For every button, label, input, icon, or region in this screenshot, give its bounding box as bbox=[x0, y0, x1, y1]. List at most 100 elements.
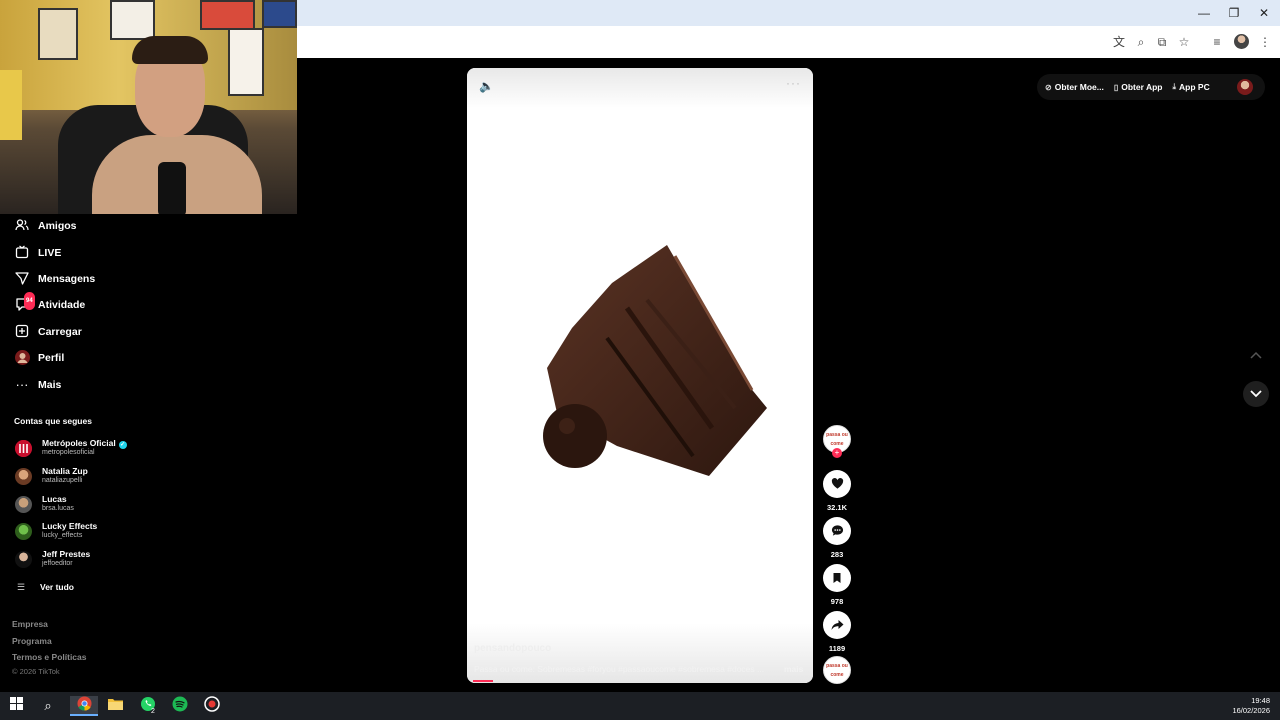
close-icon[interactable]: ✕ bbox=[1254, 4, 1274, 22]
followed-account[interactable]: Natalia Zup nataliazupelli bbox=[14, 466, 214, 488]
clock-date: 16/02/2026 bbox=[1232, 706, 1270, 715]
live-icon bbox=[14, 245, 30, 261]
browser-profile-avatar[interactable] bbox=[1234, 34, 1249, 49]
sidebar-item-profile[interactable]: Perfil bbox=[14, 348, 64, 368]
system-clock[interactable]: 19:48 16/02/2026 bbox=[1232, 696, 1270, 716]
install-app-icon[interactable]: ⧉ bbox=[1153, 33, 1171, 51]
account-handle: brsa.lucas bbox=[42, 505, 74, 512]
sidebar-item-activity[interactable]: 94 Atividade bbox=[14, 292, 85, 315]
like-button[interactable] bbox=[823, 470, 851, 498]
whatsapp-badge: 2 bbox=[151, 708, 155, 715]
share-count: 1189 bbox=[828, 644, 846, 653]
screen-recorder-icon[interactable] bbox=[201, 696, 223, 716]
bookmark-star-icon[interactable]: ☆ bbox=[1175, 33, 1193, 51]
followed-account[interactable]: Lucky Effects lucky_effects bbox=[14, 521, 214, 543]
share-button[interactable] bbox=[823, 611, 851, 639]
followed-account[interactable]: Metrópoles Oficial ✓ metropolesoficial bbox=[14, 438, 214, 460]
sidebar-item-label: Amigos bbox=[38, 220, 77, 232]
webcam-poster bbox=[228, 28, 264, 96]
webcam-poster bbox=[200, 0, 255, 30]
get-coins-button[interactable]: ⊘ Obter Moe... bbox=[1045, 82, 1104, 92]
follow-plus-icon[interactable]: + bbox=[832, 448, 842, 458]
avatar bbox=[15, 496, 32, 513]
whatsapp-icon[interactable]: 2 bbox=[137, 696, 159, 716]
save-button[interactable] bbox=[823, 564, 851, 592]
sidebar-item-label: Mensagens bbox=[38, 273, 96, 285]
zoom-icon[interactable]: ⌕ bbox=[1132, 33, 1150, 51]
account-name: Metrópoles Oficial ✓ bbox=[42, 438, 127, 449]
webcam-microphone bbox=[158, 162, 186, 214]
coin-icon: ⊘ bbox=[1045, 82, 1052, 92]
sidebar-item-upload[interactable]: Carregar bbox=[14, 322, 82, 342]
followed-account[interactable]: Jeff Prestes jeffoeditor bbox=[14, 549, 214, 571]
account-name: Lucas bbox=[42, 494, 67, 504]
avatar bbox=[15, 523, 32, 540]
messages-icon bbox=[14, 271, 30, 287]
get-app-button[interactable]: ▯ Obter App bbox=[1114, 82, 1163, 92]
next-video-button[interactable] bbox=[1243, 381, 1269, 407]
previous-video-button[interactable] bbox=[1243, 342, 1269, 368]
activity-icon: 94 bbox=[14, 292, 35, 313]
sidebar-item-label: Carregar bbox=[38, 326, 82, 338]
footer-link-company[interactable]: Empresa bbox=[12, 619, 48, 629]
copyright: © 2026 TikTok bbox=[12, 667, 60, 676]
video-caption: Passa ou come: Sobremesas #foryou #passa… bbox=[474, 664, 765, 674]
windows-start-icon[interactable] bbox=[5, 696, 27, 716]
footer-link-terms[interactable]: Termos e Políticas bbox=[12, 652, 86, 662]
see-all-label: Ver tudo bbox=[40, 582, 75, 592]
search-icon[interactable]: ⌕ bbox=[37, 696, 59, 716]
comment-button[interactable] bbox=[823, 517, 851, 545]
sidebar-item-label: Mais bbox=[38, 379, 62, 391]
phone-icon: ▯ bbox=[1113, 82, 1119, 92]
friends-icon bbox=[14, 218, 30, 234]
sidebar-item-messages[interactable]: Mensagens bbox=[14, 269, 95, 289]
webcam-overlay bbox=[0, 0, 297, 214]
comment-icon bbox=[831, 525, 843, 536]
following-section-title: Contas que segues bbox=[14, 416, 92, 426]
see-all-button[interactable]: ☰ Ver tudo bbox=[14, 580, 74, 594]
minimize-icon[interactable]: — bbox=[1194, 4, 1214, 22]
pc-app-button[interactable]: ⤓ App PC bbox=[1172, 82, 1209, 92]
translate-icon[interactable]: 文 bbox=[1110, 33, 1128, 51]
sound-disc[interactable]: passa ou come bbox=[823, 656, 851, 684]
restore-icon[interactable]: ❐ bbox=[1224, 4, 1244, 22]
verified-icon: ✓ bbox=[118, 441, 127, 449]
webcam-poster bbox=[38, 8, 78, 60]
sidebar-item-more[interactable]: ··· Mais bbox=[14, 375, 62, 395]
clock-time: 19:48 bbox=[1251, 696, 1270, 705]
sidebar-item-live[interactable]: LIVE bbox=[14, 243, 61, 263]
avatar bbox=[15, 551, 32, 568]
sidebar-item-label: LIVE bbox=[38, 247, 62, 259]
video-progress-bar[interactable] bbox=[473, 680, 494, 682]
account-handle: metropolesoficial bbox=[42, 449, 95, 456]
chrome-icon[interactable] bbox=[70, 696, 98, 716]
bookmark-icon bbox=[833, 573, 841, 583]
caption-more-button[interactable]: mais bbox=[784, 664, 803, 674]
cake-image bbox=[543, 245, 767, 476]
chevron-up-icon bbox=[1250, 351, 1262, 359]
browser-menu-icon[interactable]: ⋮ bbox=[1256, 33, 1274, 51]
account-handle: jeffoeditor bbox=[42, 560, 73, 567]
user-avatar[interactable] bbox=[1237, 79, 1253, 95]
upload-icon bbox=[14, 324, 30, 340]
spotify-icon[interactable] bbox=[169, 696, 191, 716]
account-name: Jeff Prestes bbox=[42, 549, 91, 559]
list-icon: ☰ bbox=[16, 582, 26, 592]
webcam-poster bbox=[110, 0, 155, 40]
download-icon: ⤓ bbox=[1172, 82, 1177, 91]
activity-badge: 94 bbox=[24, 292, 35, 310]
followed-account[interactable]: Lucas brsa.lucas bbox=[14, 494, 214, 516]
file-explorer-icon[interactable] bbox=[104, 696, 126, 716]
profile-avatar-icon bbox=[14, 350, 30, 366]
footer-link-program[interactable]: Programa bbox=[12, 636, 52, 646]
webcam-person-hair bbox=[132, 36, 208, 64]
avatar bbox=[15, 440, 32, 457]
video-author[interactable]: pensandopouco bbox=[474, 643, 551, 654]
reading-list-icon[interactable]: ≡ bbox=[1208, 33, 1226, 51]
ellipsis-icon: ··· bbox=[15, 377, 29, 392]
sidebar-item-friends[interactable]: Amigos bbox=[14, 216, 77, 236]
webcam-poster bbox=[262, 0, 297, 28]
video-player[interactable]: 🔈 ··· pensandopouco Passa ou come: Sobre… bbox=[467, 68, 813, 683]
account-name: Natalia Zup bbox=[42, 466, 88, 476]
account-handle: nataliazupelli bbox=[42, 477, 83, 484]
